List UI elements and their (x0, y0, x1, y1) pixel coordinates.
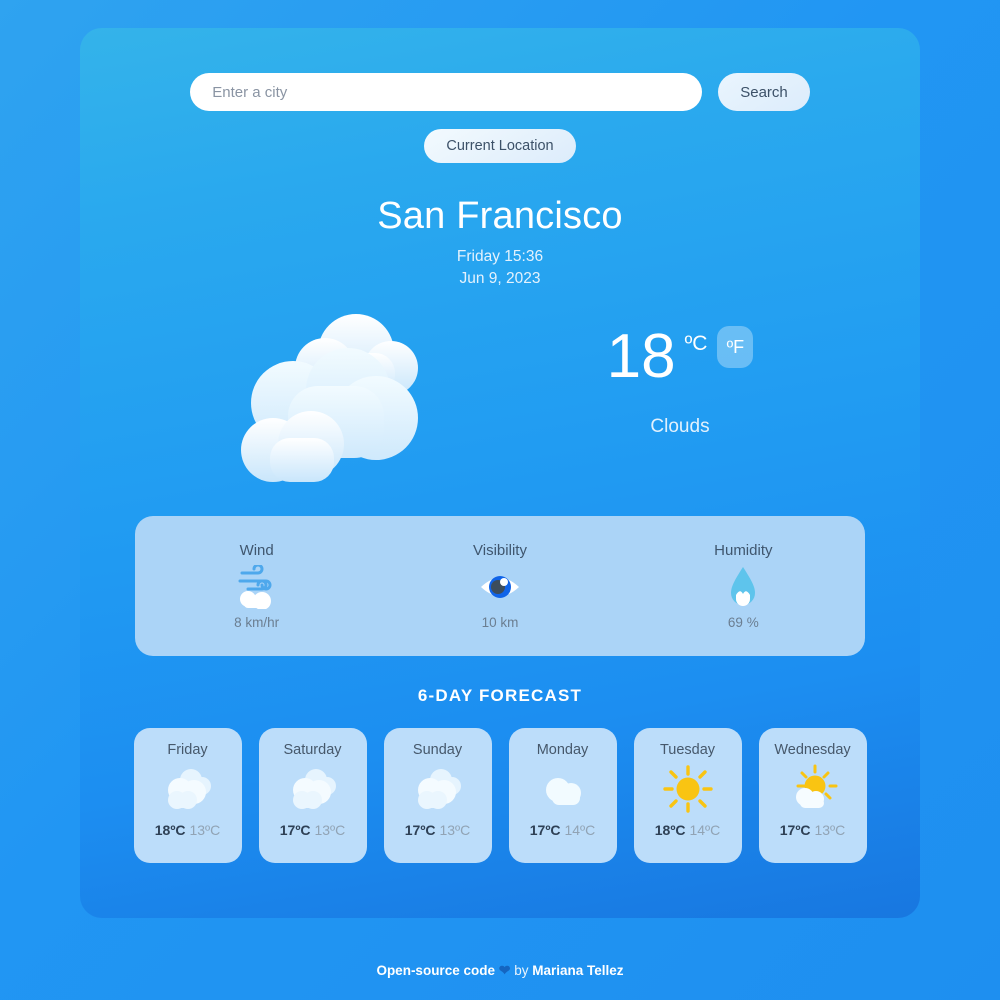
forecast-high: 18ºC (654, 822, 686, 838)
current-conditions: 18 ºC ºF Clouds (80, 304, 920, 504)
forecast-card[interactable]: Wednesday 17ºC 13ºC (758, 728, 867, 863)
forecast-temps: 17ºC 13ºC (280, 822, 345, 838)
weather-description: Clouds (650, 416, 710, 437)
forecast-low: 13ºC (814, 822, 846, 838)
footer-author: Mariana Tellez (532, 963, 624, 978)
forecast-day: Wednesday (774, 742, 851, 758)
sun-cloud-icon (786, 764, 840, 814)
forecast-temps: 17ºC 13ºC (405, 822, 470, 838)
forecast-high: 18ºC (154, 822, 186, 838)
forecast-day: Tuesday (659, 742, 716, 758)
forecast-temps: 17ºC 13ºC (780, 822, 845, 838)
temperature-value: 18 (606, 322, 676, 391)
forecast-row: Friday 18ºC 13ºC Saturday 17ºC 13ºC Sund… (80, 728, 920, 863)
forecast-low: 13ºC (439, 822, 471, 838)
footer: Open-source code ❤ by Mariana Tellez (0, 962, 1000, 979)
stat-value: 8 km/hr (234, 615, 280, 630)
forecast-low: 13ºC (189, 822, 221, 838)
stat-humidity: Humidity 69 % (622, 542, 865, 630)
forecast-day: Monday (536, 742, 589, 758)
cloud-icon (536, 764, 590, 814)
current-time: Friday 15:36 (456, 248, 544, 265)
sun-icon (661, 764, 715, 814)
stats-panel: Wind 8 km/hr Visibility 10 km Humidity 6… (135, 516, 865, 656)
forecast-card[interactable]: Monday 17ºC 14ºC (508, 728, 617, 863)
forecast-day: Saturday (283, 742, 342, 758)
forecast-high: 17ºC (404, 822, 436, 838)
forecast-card[interactable]: Sunday 17ºC 13ºC (383, 728, 492, 863)
stat-value: 69 % (727, 615, 759, 630)
search-input[interactable] (190, 73, 703, 111)
forecast-high: 17ºC (529, 822, 561, 838)
temperature-line: 18 ºC ºF (550, 324, 810, 390)
forecast-temps: 18ºC 13ºC (155, 822, 220, 838)
footer-prefix: Open-source code (376, 963, 495, 978)
stat-visibility: Visibility 10 km (378, 542, 621, 630)
temperature-unit: ºC (684, 332, 708, 355)
current-date: Jun 9, 2023 (459, 270, 541, 287)
current-location-row: Current Location (80, 129, 920, 163)
forecast-temps: 18ºC 14ºC (655, 822, 720, 838)
forecast-high: 17ºC (779, 822, 811, 838)
temperature-block: 18 ºC ºF Clouds (550, 324, 810, 438)
forecast-card[interactable]: Tuesday 18ºC 14ºC (633, 728, 742, 863)
search-bar: Search (80, 28, 920, 111)
weather-app-card: Search Current Location San Francisco Fr… (80, 28, 920, 918)
eye-icon (475, 565, 525, 609)
forecast-card[interactable]: Friday 18ºC 13ºC (133, 728, 242, 863)
forecast-low: 14ºC (564, 822, 596, 838)
wind-icon (232, 563, 282, 610)
clouds-icon (286, 764, 340, 814)
clouds-icon (161, 764, 215, 814)
forecast-temps: 17ºC 14ºC (530, 822, 595, 838)
stat-value: 10 km (481, 615, 519, 630)
stat-label: Visibility (473, 542, 527, 559)
search-button[interactable]: Search (718, 73, 810, 111)
forecast-day: Friday (167, 742, 208, 758)
stat-label: Wind (239, 542, 274, 559)
stat-wind: Wind 8 km/hr (135, 542, 378, 630)
forecast-card[interactable]: Saturday 17ºC 13ºC (258, 728, 367, 863)
clouds-icon (411, 764, 465, 814)
current-location-button[interactable]: Current Location (424, 129, 576, 163)
unit-toggle-button[interactable]: ºF (717, 326, 754, 368)
date-time: Friday 15:36 Jun 9, 2023 (80, 246, 920, 290)
forecast-high: 17ºC (279, 822, 311, 838)
city-name: San Francisco (377, 195, 623, 237)
forecast-title: 6-DAY FORECAST (417, 686, 583, 705)
forecast-low: 13ºC (314, 822, 346, 838)
stat-label: Humidity (714, 542, 773, 559)
heart-icon: ❤ (498, 962, 511, 978)
droplet-icon (718, 565, 768, 609)
footer-by: by (514, 963, 529, 978)
forecast-day: Sunday (412, 742, 463, 758)
clouds-icon (228, 308, 428, 498)
forecast-low: 14ºC (689, 822, 721, 838)
